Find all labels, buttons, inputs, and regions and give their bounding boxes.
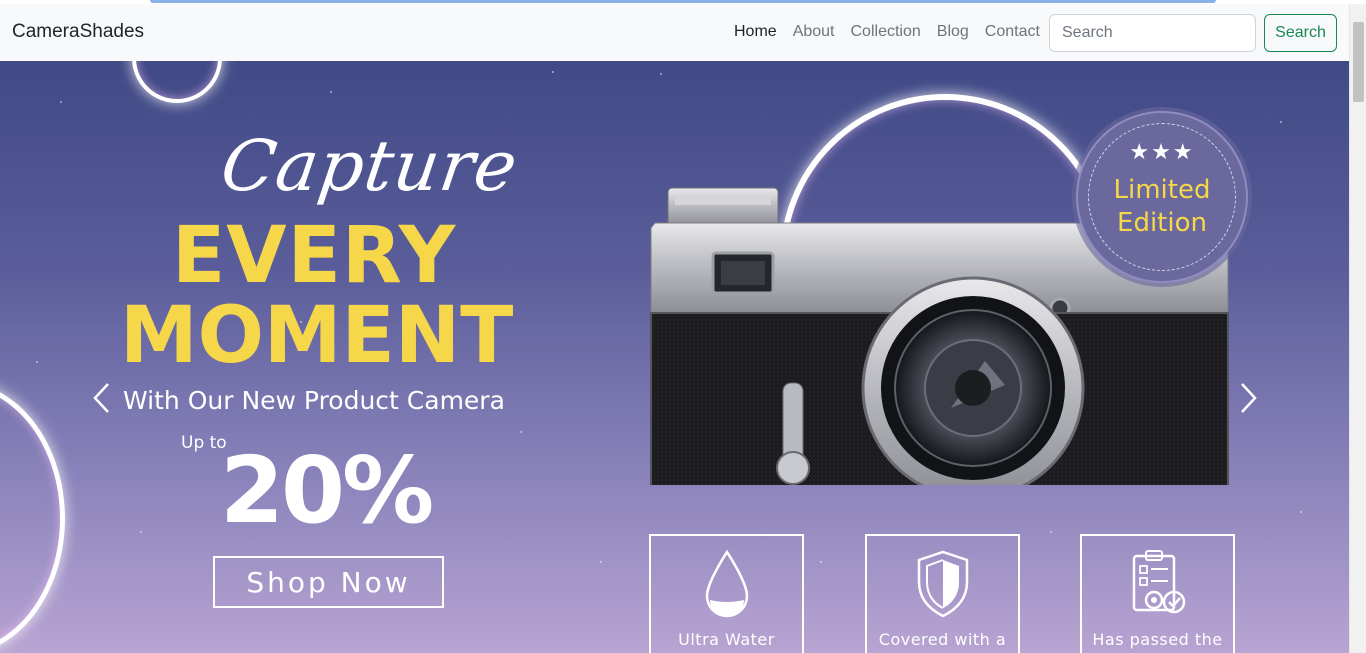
sparkle-dot	[60, 101, 62, 103]
sparkle-dot	[820, 561, 822, 563]
feature-text-water: Ultra Water	[678, 630, 775, 649]
carousel-prev-button[interactable]	[90, 381, 114, 415]
chevron-left-icon	[93, 383, 109, 413]
scrollbar-thumb[interactable]	[1353, 22, 1364, 102]
chevron-right-icon	[1241, 383, 1257, 413]
neon-ring-small	[132, 61, 222, 103]
feature-box-water: Ultra Water	[649, 534, 804, 653]
page-scrollbar[interactable]	[1349, 4, 1366, 653]
limited-edition-badge: ★★★ Limited Edition	[1076, 111, 1248, 283]
search-button[interactable]: Search	[1264, 14, 1337, 52]
sparkle-dot	[1050, 531, 1052, 533]
sparkle-dot	[330, 91, 332, 93]
shield-icon	[917, 550, 968, 618]
sparkle-dot	[520, 431, 522, 433]
feature-text-shield: Covered with a	[878, 630, 1007, 649]
sparkle-dot	[600, 561, 602, 563]
hero-headline-every: EVERY	[172, 211, 457, 301]
brand-logo[interactable]: CameraShades	[12, 21, 144, 43]
checklist-gear-icon	[1132, 550, 1185, 614]
hero-subline: With Our New Product Camera	[123, 386, 505, 415]
sparkle-dot	[552, 71, 554, 73]
badge-text-edition: Edition	[1117, 208, 1207, 238]
badge-text-limited: Limited	[1113, 175, 1211, 205]
nav-link-contact[interactable]: Contact	[977, 23, 1048, 41]
hero-discount: 20%	[220, 437, 434, 544]
sparkle-dot	[660, 73, 662, 75]
feature-box-quality: Has passed the	[1080, 534, 1235, 653]
hero-script-title: Capture	[216, 125, 523, 207]
nav-link-home[interactable]: Home	[726, 23, 785, 41]
nav-links: Home About Collection Blog Contact	[726, 23, 1048, 41]
water-drop-icon	[705, 549, 748, 618]
nav-link-about[interactable]: About	[785, 23, 843, 41]
carousel-next-button[interactable]	[1236, 381, 1260, 415]
nav-link-blog[interactable]: Blog	[929, 23, 977, 41]
hero-carousel: Capture EVERY MOMENT With Our New Produc…	[0, 61, 1349, 653]
sparkle-dot	[1300, 511, 1302, 513]
navbar: CameraShades Home About Collection Blog …	[0, 4, 1349, 61]
sparkle-dot	[140, 531, 142, 533]
sparkle-dot	[1280, 121, 1282, 123]
hero-headline-moment: MOMENT	[120, 291, 514, 381]
feature-text-quality: Has passed the	[1092, 630, 1223, 649]
shop-now-button[interactable]: Shop Now	[213, 556, 444, 608]
star-icon: ★★★	[1129, 139, 1195, 164]
search-input[interactable]	[1049, 14, 1256, 52]
feature-box-shield: Covered with a	[865, 534, 1020, 653]
nav-link-collection[interactable]: Collection	[843, 23, 929, 41]
neon-ring-left	[0, 381, 65, 653]
sparkle-dot	[36, 361, 38, 363]
